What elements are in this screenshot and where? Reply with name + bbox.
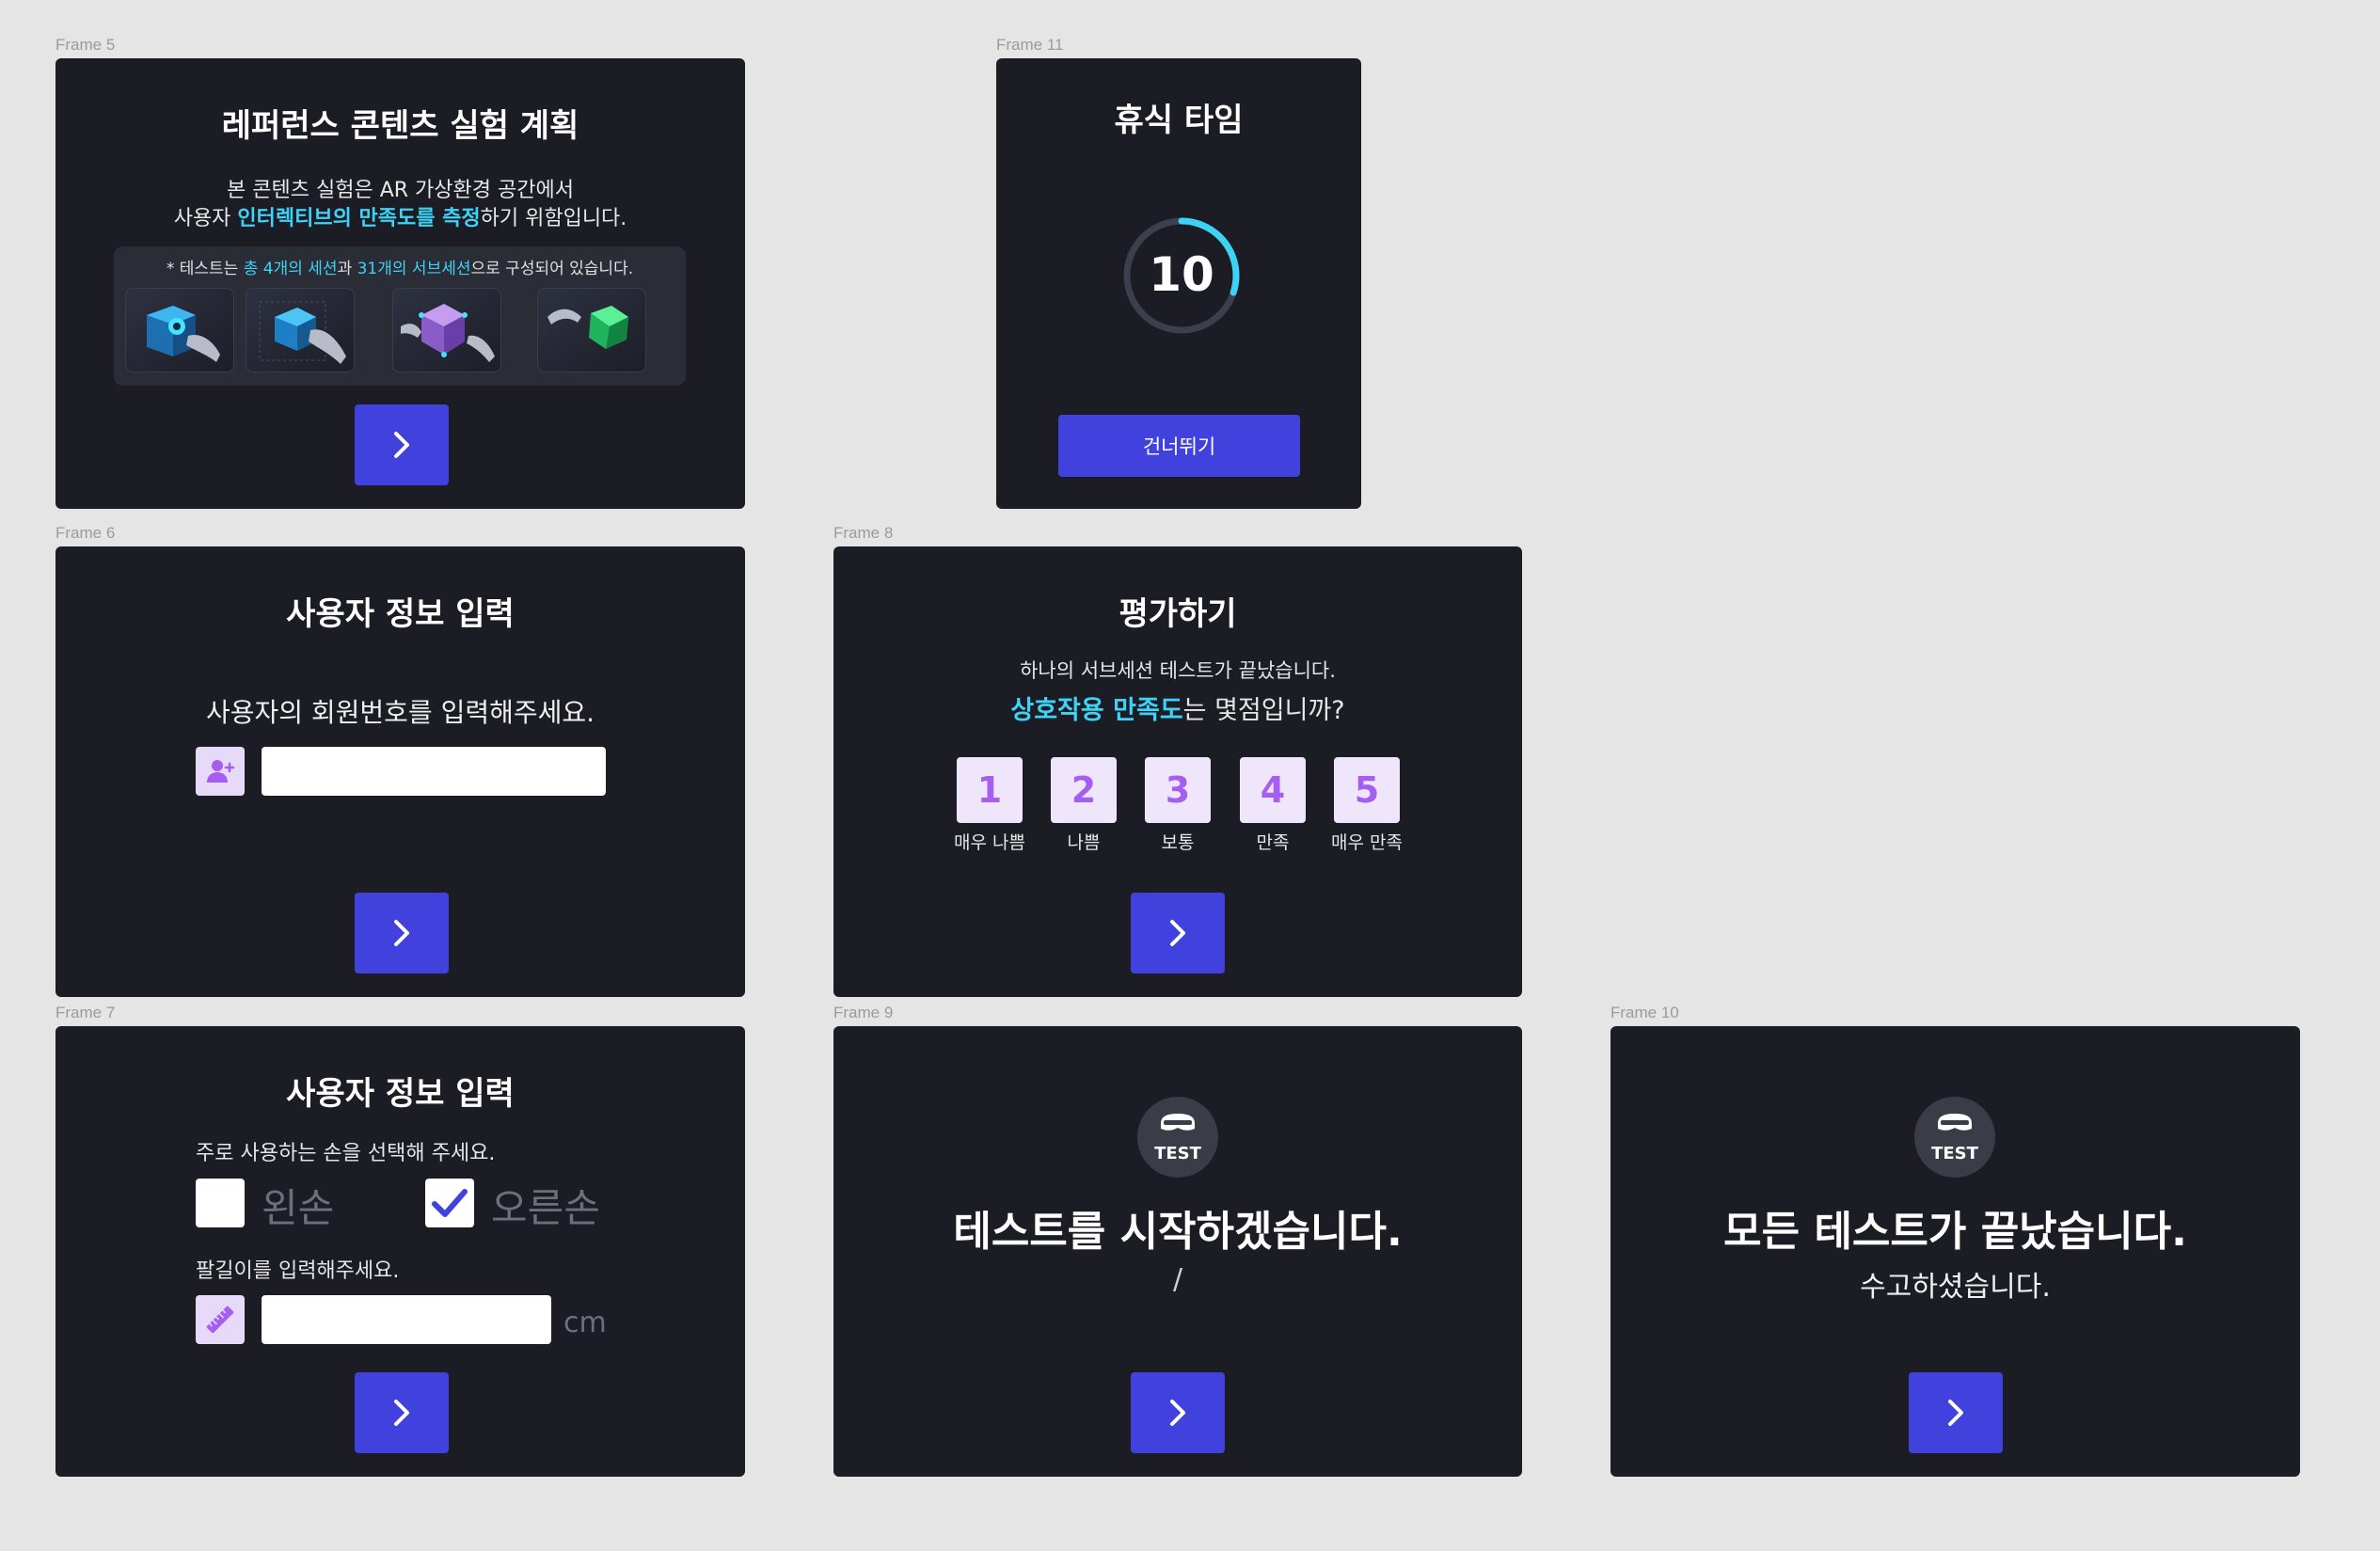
frame-10-label: Frame 10: [1610, 1004, 1679, 1021]
test-start-subtext: /: [1172, 1263, 1183, 1296]
member-number-input[interactable]: [262, 747, 606, 796]
frame-7-label: Frame 7: [56, 1004, 116, 1021]
test-end-subtext: 수고하셨습니다.: [1860, 1271, 2051, 1304]
frame-8-rating: 평가하기 하나의 서브세션 테스트가 끝났습니다. 상호작용 만족도는 몇점입니…: [833, 546, 1522, 997]
chevron-right-icon: [1948, 1400, 1963, 1426]
session-note-post: 으로 구성되어 있습니다.: [470, 260, 634, 278]
frame-5-label: Frame 5: [56, 36, 116, 54]
session-1-thumbnail: [125, 288, 234, 372]
next-button[interactable]: [355, 404, 449, 485]
session-4-thumbnail: [537, 288, 646, 372]
next-button[interactable]: [1131, 1372, 1225, 1453]
rating-5-label: 매우 만족: [1331, 832, 1403, 853]
skip-button[interactable]: 건너뛰기: [1058, 415, 1300, 477]
right-hand-checkbox[interactable]: [425, 1179, 474, 1227]
rating-3-button[interactable]: 3: [1145, 757, 1211, 823]
test-start-heading: 테스트를 시작하겠습니다.: [953, 1208, 1403, 1256]
session-note-subsessions: 31개의 서브세션: [357, 260, 471, 278]
left-hand-checkbox[interactable]: [196, 1179, 245, 1227]
vr-headset-icon: [1938, 1114, 1972, 1131]
intro-line-1: 본 콘텐츠 실험은 AR 가상환경 공간에서: [227, 179, 574, 202]
session-note: * 테스트는 총 4개의 세션과 31개의 서브세션으로 구성되어 있습니다.: [114, 255, 686, 278]
rating-1-label: 매우 나쁨: [954, 832, 1025, 853]
session-note-pre: * 테스트는: [166, 260, 244, 278]
session-3-thumbnail: [392, 288, 501, 372]
rating-4-label: 만족: [1256, 832, 1290, 853]
rating-line-1: 하나의 서브세션 테스트가 끝났습니다.: [1020, 659, 1336, 682]
session-info-box: * 테스트는 총 4개의 세션과 31개의 서브세션으로 구성되어 있습니다.: [114, 246, 686, 386]
chevron-right-icon: [1170, 1400, 1185, 1426]
right-hand-label: 오른손: [491, 1185, 600, 1231]
frame-8-label: Frame 8: [833, 524, 894, 542]
test-badge-label: TEST: [1154, 1144, 1201, 1163]
intro-line-2-highlight: 인터렉티브의 만족도를 측정: [237, 207, 481, 230]
rating-question-highlight: 상호작용 만족도: [1010, 696, 1183, 725]
chevron-right-icon: [394, 432, 409, 458]
frame-6-user-info: 사용자 정보 입력 사용자의 회원번호를 입력해주세요.: [56, 546, 745, 997]
left-hand-label: 왼손: [262, 1185, 335, 1231]
next-button[interactable]: [355, 1372, 449, 1453]
rating-3-label: 보통: [1161, 832, 1195, 853]
intro-line-2-pre: 사용자: [173, 207, 238, 230]
session-2-thumbnail: [246, 288, 355, 372]
page-title: 사용자 정보 입력: [286, 1075, 515, 1113]
user-add-icon: [196, 747, 245, 796]
arm-length-input[interactable]: [262, 1295, 551, 1344]
session-note-sessions: 총 4개의 세션: [243, 260, 338, 278]
page-title: 사용자 정보 입력: [286, 595, 515, 633]
page-title: 평가하기: [1119, 595, 1237, 633]
rating-question: 상호작용 만족도는 몇점입니까?: [833, 689, 1522, 726]
session-note-mid: 과: [337, 260, 357, 278]
next-button[interactable]: [355, 893, 449, 973]
chevron-right-icon: [394, 1400, 409, 1426]
arm-length-prompt: 팔길이를 입력해주세요.: [196, 1259, 400, 1283]
page-title: 휴식 타임: [1114, 102, 1244, 139]
rating-1-button[interactable]: 1: [957, 757, 1023, 823]
rating-4-button[interactable]: 4: [1240, 757, 1306, 823]
rating-question-post: 는 몇점입니까?: [1182, 696, 1345, 725]
chevron-right-icon: [394, 920, 409, 946]
rating-5-button[interactable]: 5: [1334, 757, 1400, 823]
frame-7-user-info: 사용자 정보 입력 주로 사용하는 손을 선택해 주세요. 왼손 오른손 팔길이…: [56, 1026, 745, 1477]
frame-10-test-end: TEST 모든 테스트가 끝났습니다. 수고하셨습니다.: [1610, 1026, 2300, 1477]
ruler-icon: [196, 1295, 245, 1344]
test-badge: TEST: [1137, 1097, 1218, 1178]
vr-headset-icon: [1161, 1114, 1195, 1131]
frame-9-test-start: TEST 테스트를 시작하겠습니다. /: [833, 1026, 1522, 1477]
frame-6-label: Frame 6: [56, 524, 116, 542]
countdown-timer: 10: [1119, 214, 1244, 338]
chevron-right-icon: [1170, 920, 1185, 946]
page-title: 레퍼런스 콘텐츠 실험 계획: [221, 107, 579, 145]
frame-11-break-time: 휴식 타임 10 건너뛰기: [996, 58, 1361, 509]
hand-prompt: 주로 사용하는 손을 선택해 주세요.: [196, 1142, 496, 1165]
timer-value: 10: [1149, 247, 1214, 302]
unit-label: cm: [563, 1306, 607, 1339]
frame-9-label: Frame 9: [833, 1004, 894, 1021]
intro-line-2-post: 하기 위함입니다.: [480, 207, 627, 230]
next-button[interactable]: [1131, 893, 1225, 973]
intro-line-2: 사용자 인터렉티브의 만족도를 측정하기 위함입니다.: [56, 201, 745, 231]
rating-2-label: 나쁨: [1067, 832, 1101, 853]
rating-2-button[interactable]: 2: [1051, 757, 1117, 823]
test-badge: TEST: [1914, 1097, 1995, 1178]
member-number-prompt: 사용자의 회원번호를 입력해주세요.: [205, 697, 595, 728]
frame-5-intro: 레퍼런스 콘텐츠 실험 계획 본 콘텐츠 실험은 AR 가상환경 공간에서 사용…: [56, 58, 745, 509]
next-button[interactable]: [1909, 1372, 2003, 1453]
checkmark-icon: [432, 1189, 468, 1217]
test-badge-label: TEST: [1931, 1144, 1978, 1163]
frame-11-label: Frame 11: [996, 36, 1064, 54]
test-end-heading: 모든 테스트가 끝났습니다.: [1723, 1208, 2187, 1256]
